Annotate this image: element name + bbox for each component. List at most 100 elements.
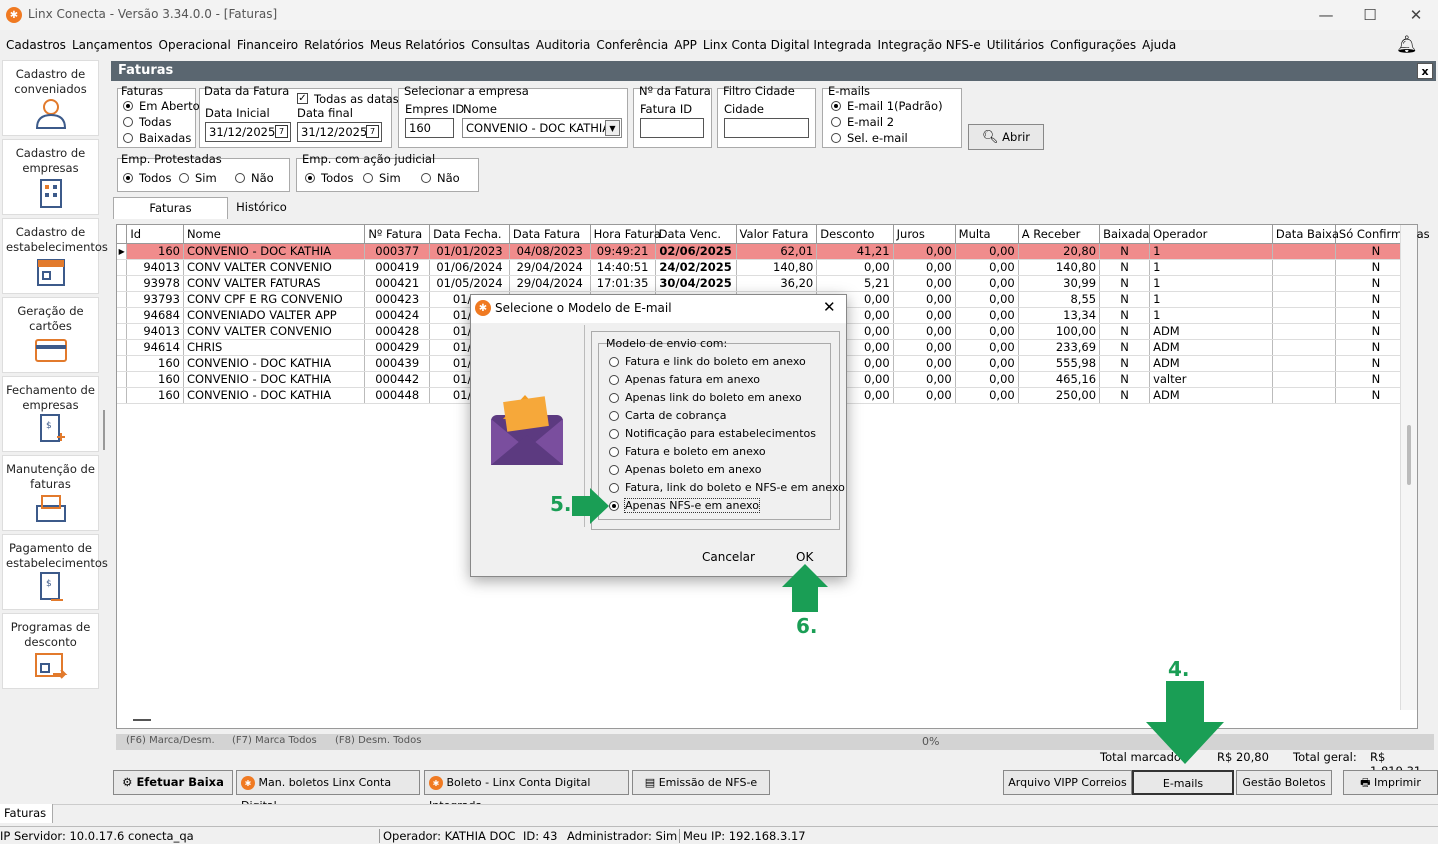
vertical-scrollbar[interactable] <box>1400 225 1417 710</box>
sidebar-item-user[interactable]: Cadastro de conveniados <box>2 60 99 136</box>
dialog-close-button[interactable]: ✕ <box>823 298 836 316</box>
menu-item[interactable]: Meus Relatórios <box>367 33 468 57</box>
horizontal-scroll-thumb[interactable] <box>133 719 151 721</box>
radio-button[interactable] <box>179 173 189 183</box>
model-radio-button[interactable] <box>609 357 619 367</box>
table-row[interactable]: 94013 CONV VALTER CONVENIO 000419 01/06/202… <box>117 259 1418 276</box>
sidebar-item-discount[interactable]: Programas de desconto <box>2 613 99 689</box>
menu-item[interactable]: Ajuda <box>1139 33 1179 57</box>
radio-button[interactable] <box>831 117 841 127</box>
menu-item[interactable]: Operacional <box>156 33 234 57</box>
column-header[interactable]: Nº Fatura <box>364 225 431 244</box>
efetuar-baixa-button[interactable]: ⚙ Efetuar Baixa <box>113 770 233 795</box>
close-window-button[interactable]: ✕ <box>1396 4 1436 26</box>
abrir-button[interactable]: 🔍︎ Abrir <box>968 124 1044 150</box>
document-icon: ▤ <box>644 776 656 789</box>
column-header[interactable]: Multa <box>955 225 1019 244</box>
arquivo-vipp-button[interactable]: Arquivo VIPP Correios <box>1003 770 1132 795</box>
column-header[interactable]: Nome <box>183 225 366 244</box>
model-radio-button[interactable] <box>609 375 619 385</box>
calendar-icon[interactable]: 7 <box>366 125 379 138</box>
emails-button[interactable]: E-mails <box>1132 770 1234 795</box>
radio-button[interactable] <box>831 101 841 111</box>
cancel-button[interactable]: Cancelar <box>702 550 755 564</box>
menu-item[interactable]: Configurações <box>1047 33 1139 57</box>
chevron-down-icon[interactable]: ▼ <box>605 120 620 136</box>
menu-item[interactable]: Linx Conta Digital Integrada <box>700 33 875 57</box>
menu-item[interactable]: Conferência <box>593 33 671 57</box>
tab-historico[interactable]: Histórico <box>230 197 293 218</box>
calendar-icon[interactable]: 7 <box>275 125 288 138</box>
boleto-linx-button[interactable]: ✱ Boleto - Linx Conta Digital Integrada <box>424 770 629 812</box>
radio-button[interactable] <box>831 133 841 143</box>
ok-button[interactable]: OK <box>796 550 813 564</box>
sidebar-item-building[interactable]: Cadastro de empresas <box>2 139 99 215</box>
sidebar-item-payment[interactable]: Pagamento de estabelecimentos $ <box>2 534 108 610</box>
model-radio-button[interactable] <box>609 483 619 493</box>
radio-button[interactable] <box>123 173 133 183</box>
fatura-id-input[interactable] <box>640 118 704 138</box>
column-header[interactable]: A Receber <box>1018 225 1101 244</box>
column-header[interactable]: Baixada <box>1099 225 1151 244</box>
table-row[interactable]: 93978 CONV VALTER FATURAS 000421 01/05/2024… <box>117 275 1418 292</box>
column-header[interactable]: Data Baixa <box>1272 225 1339 244</box>
radio-button[interactable] <box>363 173 373 183</box>
menu-item[interactable]: Auditoria <box>533 33 593 57</box>
status-tab-faturas[interactable]: Faturas <box>0 804 53 823</box>
sidebar-splitter[interactable] <box>103 410 105 450</box>
todas-datas-checkbox[interactable]: ✓ <box>297 93 308 104</box>
empresa-nome-select[interactable]: CONVENIO - DOC KATHIA ▼ <box>462 118 622 138</box>
cidade-input[interactable] <box>724 118 809 138</box>
tab-faturas-encontradas[interactable]: Faturas encontradas <box>113 197 228 236</box>
menu-item[interactable]: Lançamentos <box>69 33 156 57</box>
column-header[interactable]: Valor Fatura <box>736 225 818 244</box>
radio-button[interactable] <box>235 173 245 183</box>
panel-close-button[interactable]: x <box>1417 63 1433 79</box>
imprimir-button[interactable]: 🖶︎ Imprimir <box>1343 770 1438 795</box>
empresa-nome-label: Nome <box>463 102 497 116</box>
radio-button[interactable] <box>123 101 133 111</box>
model-radio-button[interactable] <box>609 429 619 439</box>
menu-item[interactable]: Financeiro <box>234 33 301 57</box>
man-boletos-button[interactable]: ✱ Man. boletos Linx Conta Digital <box>236 770 420 812</box>
radio-button[interactable] <box>123 133 133 143</box>
gestao-boletos-button[interactable]: Gestão Boletos <box>1236 770 1332 795</box>
menu-item[interactable]: APP <box>671 33 700 57</box>
sidebar-item-invoice[interactable]: Fechamento de empresas $ <box>2 376 99 452</box>
bell-icon[interactable]: 🔔︎ <box>1396 35 1418 55</box>
radio-button[interactable] <box>123 117 133 127</box>
model-radio-button[interactable] <box>609 465 619 475</box>
model-radio-button[interactable] <box>609 393 619 403</box>
table-cell: 1 <box>1149 243 1273 260</box>
radio-button[interactable] <box>421 173 431 183</box>
model-radio-button[interactable] <box>609 411 619 421</box>
model-radio-button[interactable] <box>609 501 619 511</box>
data-inicial-input[interactable]: 31/12/2025 7 <box>205 122 291 142</box>
sidebar-item-store[interactable]: Cadastro de estabelecimentos <box>2 218 108 294</box>
minimize-button[interactable]: — <box>1306 4 1346 26</box>
sidebar-item-card[interactable]: Geração de cartões <box>2 297 99 373</box>
column-header[interactable]: Juros <box>893 225 956 244</box>
radio-button[interactable] <box>305 173 315 183</box>
menu-item[interactable]: Cadastros <box>3 33 69 57</box>
column-header[interactable]: Id <box>126 225 184 244</box>
menu-item[interactable]: Consultas <box>468 33 533 57</box>
column-header[interactable]: Hora Fatura <box>590 225 661 244</box>
column-header[interactable]: Desconto <box>816 225 894 244</box>
sidebar-item-tray[interactable]: Manutenção de faturas <box>2 455 99 531</box>
maximize-button[interactable]: ☐ <box>1350 4 1390 26</box>
menu-item[interactable]: Utilitários <box>984 33 1047 57</box>
menu-item[interactable]: Integração NFS-e <box>875 33 984 57</box>
data-final-input[interactable]: 31/12/2025 7 <box>297 122 382 142</box>
column-header[interactable]: Data Fecha. <box>429 225 510 244</box>
model-option-label: Fatura e boleto em anexo <box>625 445 766 458</box>
column-header[interactable]: Data Venc. <box>655 225 737 244</box>
table-cell: CONVENIADO VALTER APP <box>183 307 366 324</box>
menu-item[interactable]: Relatórios <box>301 33 367 57</box>
table-row[interactable]: ▶ 160 CONVENIO - DOC KATHIA 000377 01/01/202… <box>117 243 1418 260</box>
column-header[interactable]: Data Fatura <box>509 225 591 244</box>
model-radio-button[interactable] <box>609 447 619 457</box>
column-header[interactable]: Operador <box>1149 225 1273 244</box>
emissao-nfse-button[interactable]: ▤ Emissão de NFS-e <box>632 770 770 795</box>
empresa-id-input[interactable]: 160 <box>405 118 454 138</box>
